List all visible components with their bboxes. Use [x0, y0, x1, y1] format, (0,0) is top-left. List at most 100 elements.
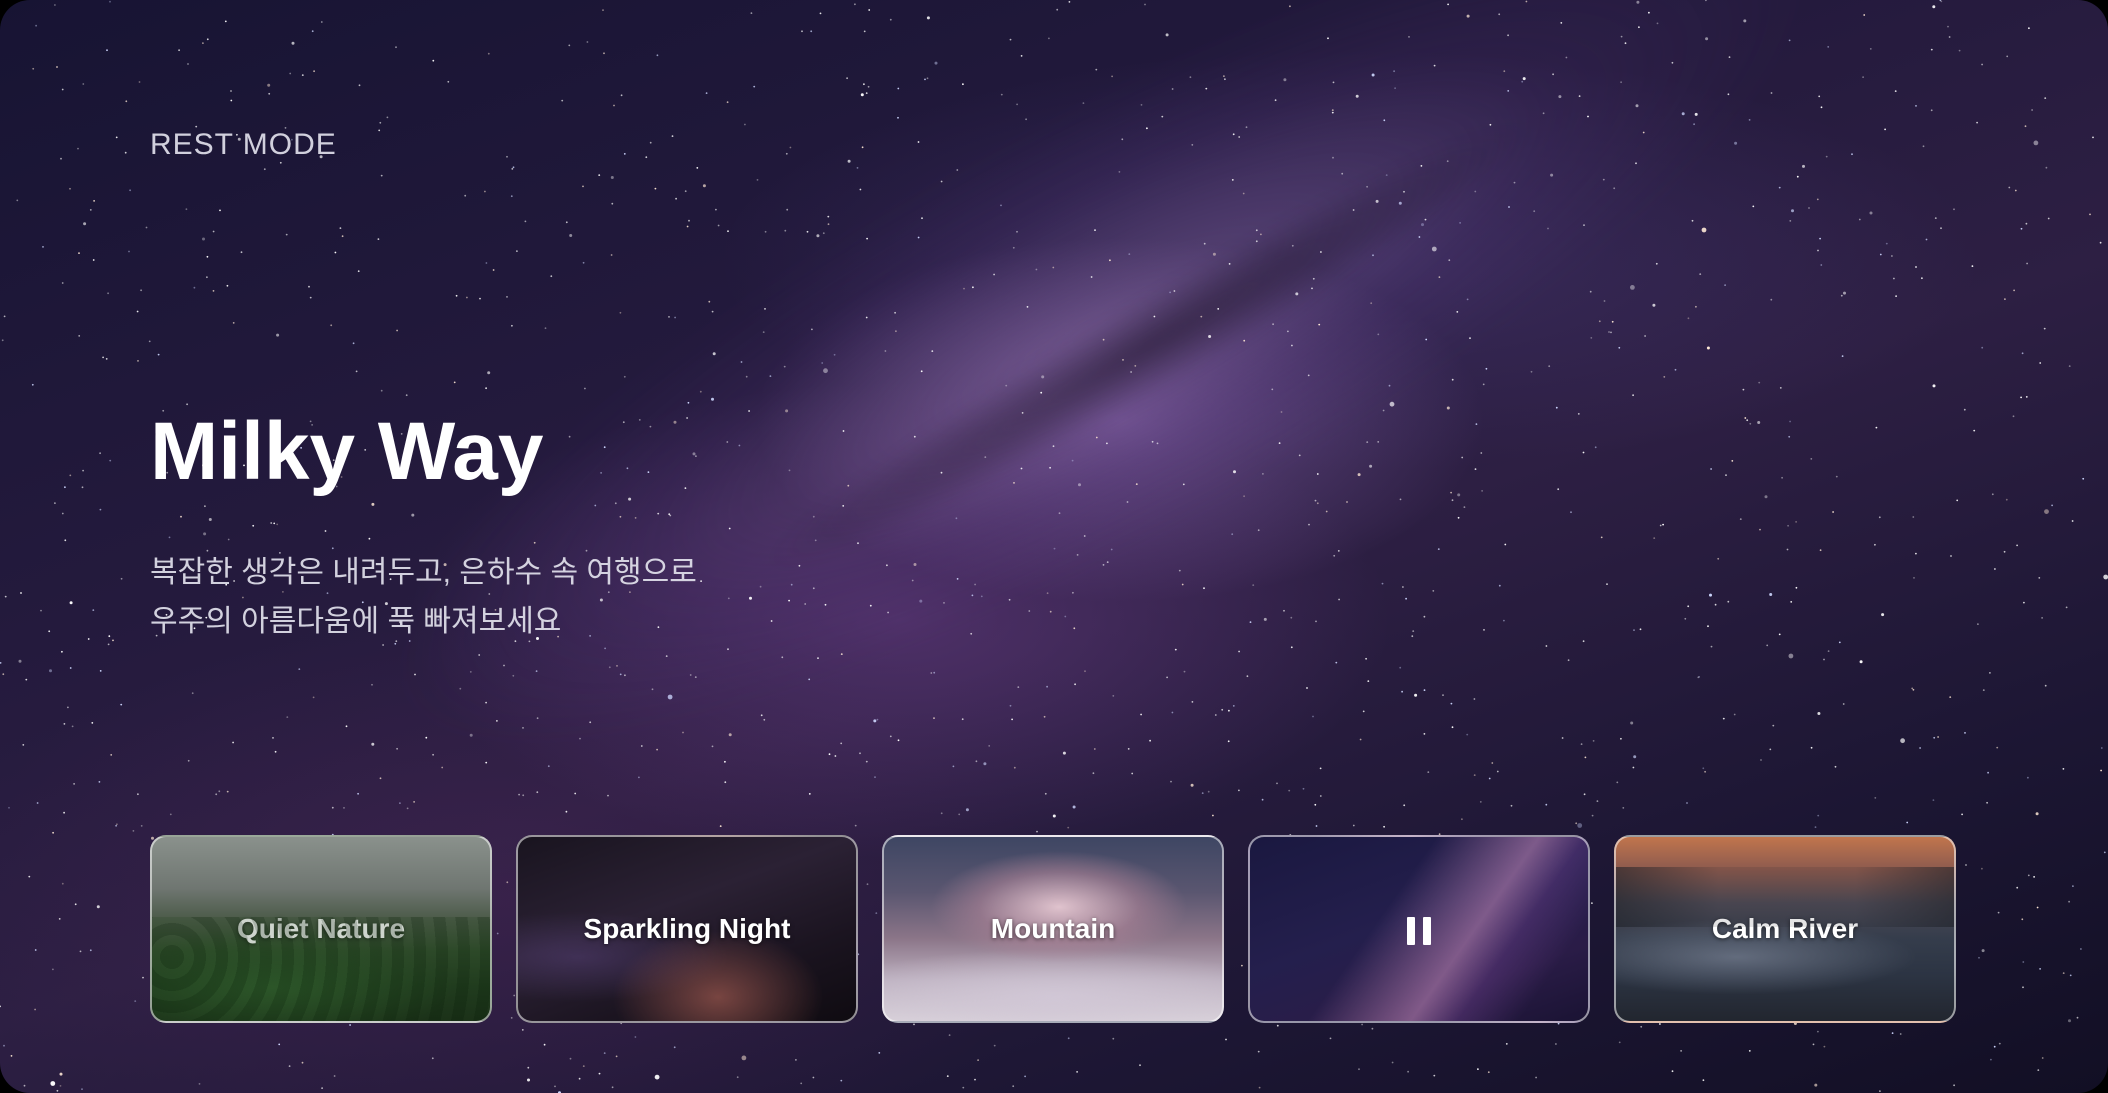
star — [1802, 164, 1805, 168]
star — [1314, 803, 1317, 806]
star — [1932, 384, 1936, 388]
star — [1481, 490, 1483, 492]
star — [134, 1000, 137, 1002]
star — [198, 1083, 201, 1085]
star — [230, 90, 232, 92]
star — [1652, 303, 1656, 307]
star — [1044, 792, 1047, 795]
star — [970, 632, 973, 635]
star — [1298, 454, 1301, 457]
star — [972, 286, 974, 289]
star — [1577, 413, 1580, 415]
star — [717, 224, 720, 227]
star — [386, 116, 389, 119]
star — [124, 151, 127, 154]
star — [1508, 206, 1510, 208]
star — [1106, 442, 1108, 445]
star — [1885, 242, 1888, 245]
star — [232, 741, 235, 744]
star — [1433, 1074, 1436, 1077]
star — [1092, 772, 1095, 775]
star — [1227, 740, 1230, 743]
scene-card-sparkling-night[interactable]: Sparkling Night — [516, 835, 858, 1023]
scene-card-milky-way-playing[interactable] — [1248, 835, 1590, 1023]
star — [40, 609, 42, 612]
star — [1697, 676, 1700, 679]
star — [268, 92, 271, 95]
star — [1633, 629, 1635, 631]
star — [943, 602, 945, 604]
star — [1403, 804, 1406, 807]
star — [1432, 590, 1435, 592]
star — [806, 230, 809, 233]
star — [674, 316, 676, 319]
star — [634, 1036, 637, 1038]
star — [309, 296, 312, 299]
star — [61, 512, 64, 515]
star — [705, 92, 708, 94]
star — [357, 792, 359, 795]
star — [811, 328, 813, 331]
scene-card-mountain[interactable]: Mountain — [882, 835, 1224, 1023]
star — [857, 542, 859, 545]
star — [651, 688, 654, 691]
star — [1083, 535, 1086, 537]
star — [2065, 606, 2068, 609]
scene-card-label: Sparkling Night — [583, 913, 791, 944]
star — [1561, 737, 1564, 739]
star — [49, 669, 52, 673]
star — [702, 184, 706, 188]
star — [20, 592, 22, 594]
star — [611, 1086, 614, 1089]
star — [455, 294, 458, 297]
star — [202, 237, 205, 241]
star — [1725, 474, 1727, 476]
star — [1437, 548, 1440, 550]
star — [1681, 112, 1685, 116]
star — [1394, 87, 1396, 90]
star — [1067, 826, 1070, 829]
star — [31, 383, 34, 386]
star — [1243, 339, 1246, 342]
star — [917, 141, 920, 143]
scene-card-quiet-nature[interactable]: Quiet Nature — [150, 835, 492, 1023]
star — [1271, 388, 1274, 391]
star — [1521, 80, 1524, 83]
star — [1411, 635, 1414, 638]
star — [1618, 1041, 1621, 1044]
star — [1705, 37, 1709, 41]
star — [1332, 156, 1334, 159]
star — [810, 30, 813, 33]
star — [785, 409, 789, 413]
star — [600, 472, 602, 474]
star — [1231, 533, 1234, 536]
star — [859, 752, 861, 755]
star — [856, 167, 859, 169]
star — [413, 801, 415, 803]
star — [1457, 493, 1461, 497]
star — [1228, 263, 1231, 265]
star — [1474, 468, 1477, 470]
star — [1522, 77, 1526, 81]
star — [1997, 911, 2000, 914]
star — [822, 232, 825, 235]
star — [414, 673, 416, 676]
star — [1912, 688, 1915, 691]
star — [492, 269, 495, 271]
rest-mode-screen: REST MODE Milky Way 복잡한 생각은 내려두고, 은하수 속 … — [0, 0, 2108, 1093]
pause-icon[interactable] — [1407, 917, 1433, 945]
star — [1600, 536, 1603, 539]
scene-card-calm-river[interactable]: Calm River — [1614, 835, 1956, 1023]
star — [817, 657, 819, 659]
star — [1766, 644, 1769, 647]
star — [740, 361, 743, 363]
star — [569, 1057, 572, 1060]
star — [1231, 179, 1234, 181]
star — [8, 806, 10, 809]
star — [1257, 1050, 1260, 1053]
star — [719, 825, 722, 827]
star — [1620, 737, 1622, 740]
star — [1316, 502, 1319, 505]
star — [1316, 473, 1319, 475]
star — [1049, 610, 1052, 613]
